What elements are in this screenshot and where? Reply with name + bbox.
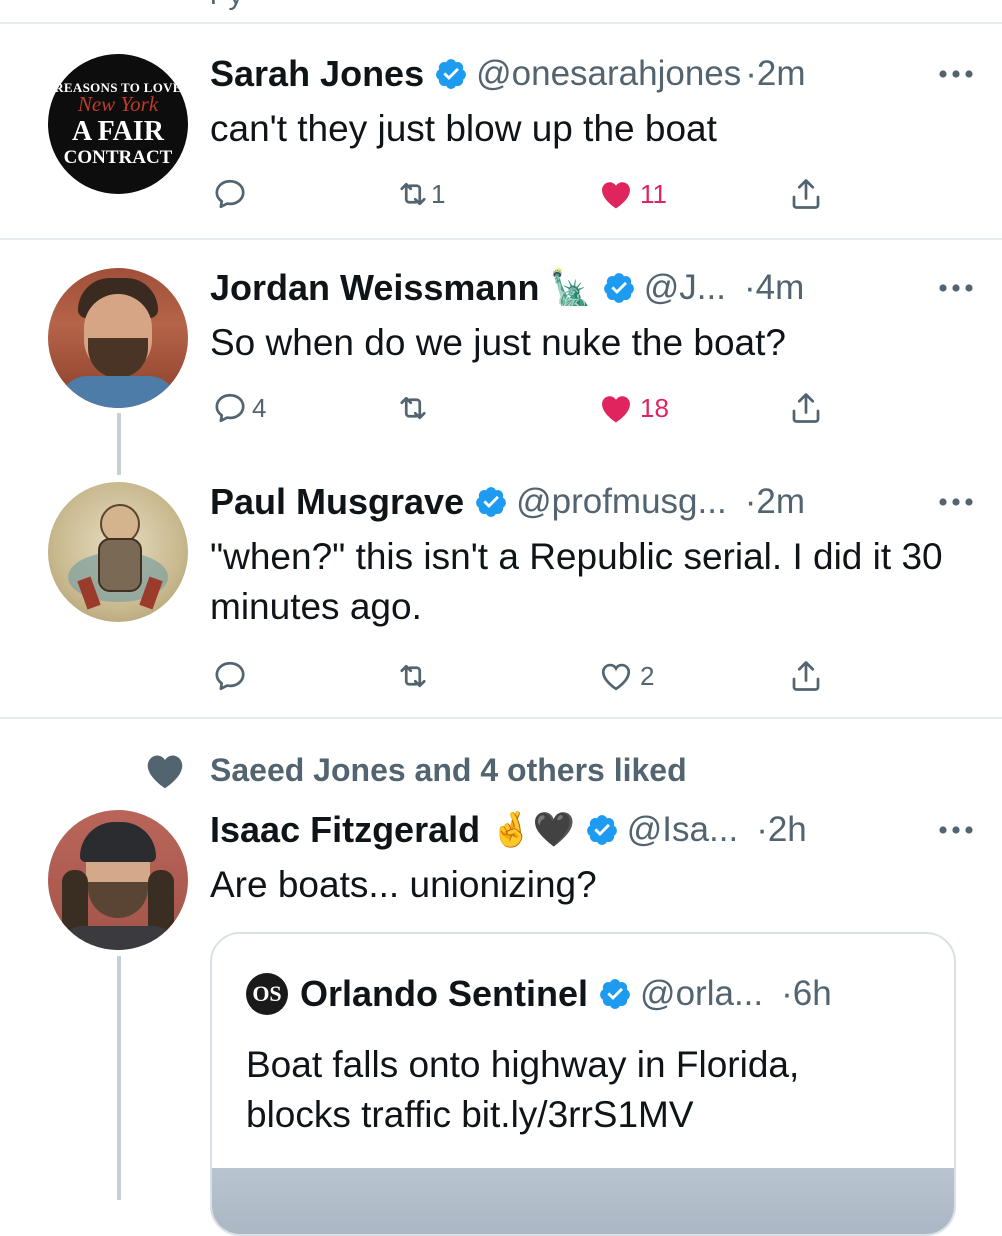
- handle[interactable]: @J...: [644, 268, 726, 308]
- reply-icon: [215, 661, 245, 691]
- like-button[interactable]: 18: [598, 388, 669, 428]
- avatar-text-line4: CONTRACT: [63, 147, 173, 168]
- reply-button[interactable]: [212, 174, 248, 214]
- quoted-timestamp: 6h: [792, 974, 832, 1013]
- like-button[interactable]: 11: [598, 174, 667, 214]
- tweet-actions: 2: [210, 656, 850, 696]
- handle[interactable]: @Isa...: [627, 810, 738, 850]
- tweet-header: Paul Musgrave @profmusg... · 2m: [210, 480, 982, 524]
- tweet-text: Are boats... unionizing?: [210, 864, 597, 905]
- reply-button[interactable]: 4: [212, 388, 266, 428]
- avatar-text-line2: New York: [77, 92, 159, 116]
- quoted-tweet-text: Boat falls onto highway in Florida, bloc…: [246, 1044, 800, 1135]
- separator-dot: ·: [756, 810, 768, 849]
- heart-filled-icon: [602, 396, 630, 423]
- more-options-icon[interactable]: [938, 282, 974, 294]
- more-options-icon[interactable]: [938, 824, 974, 836]
- avatar[interactable]: [48, 810, 188, 950]
- crossed-fingers-black-heart-icon: 🤞🖤: [490, 811, 575, 849]
- quoted-display-name: Orlando Sentinel: [300, 973, 589, 1014]
- like-count: 18: [640, 392, 669, 423]
- display-name[interactable]: Isaac Fitzgerald: [210, 809, 480, 851]
- retweet-icon: [400, 396, 426, 420]
- share-icon: [792, 661, 820, 691]
- quoted-tweet-media[interactable]: [212, 1168, 954, 1234]
- retweet-count: 1: [431, 178, 446, 209]
- heart-social-context-icon: [147, 755, 183, 789]
- reply-button[interactable]: [212, 656, 248, 696]
- timestamp[interactable]: 4m: [756, 268, 805, 308]
- reply-icon: [215, 393, 245, 423]
- tweet-actions: 1 11: [210, 174, 850, 214]
- thread-connector: [117, 956, 121, 1200]
- more-options-icon[interactable]: [938, 496, 974, 508]
- more-options-icon[interactable]: [938, 68, 974, 80]
- avatar[interactable]: [48, 482, 188, 622]
- handle[interactable]: @onesarahjones: [476, 54, 741, 94]
- retweet-button[interactable]: 1: [395, 174, 445, 214]
- share-icon: [792, 179, 820, 209]
- handle[interactable]: @profmusg...: [516, 482, 727, 522]
- orlando-sentinel-logo: OS: [246, 973, 288, 1015]
- retweet-button[interactable]: [395, 656, 431, 696]
- reply-icon: [215, 179, 245, 209]
- verified-badge-icon: [586, 815, 617, 845]
- verified-badge-icon: [476, 487, 506, 517]
- tweet-header: Sarah Jones @onesarahjones · 2m: [210, 52, 982, 96]
- tweet-text: So when do we just nuke the boat?: [210, 322, 786, 363]
- retweet-button[interactable]: [395, 388, 431, 428]
- share-button[interactable]: [788, 656, 824, 696]
- heart-outline-icon: [601, 663, 631, 691]
- reply-count: 4: [252, 392, 267, 423]
- share-button[interactable]: [788, 174, 824, 214]
- divider: [0, 717, 1002, 719]
- separator-dot: ·: [743, 268, 756, 307]
- like-button[interactable]: 2: [598, 656, 654, 696]
- like-count: 2: [640, 660, 655, 691]
- verified-badge-icon: [436, 59, 466, 89]
- avatar[interactable]: [48, 268, 188, 408]
- tweet-header: Jordan Weissmann 🗽 @J... · 4m: [210, 266, 982, 310]
- verified-badge-icon: [600, 979, 630, 1009]
- display-name[interactable]: Sarah Jones: [210, 53, 424, 95]
- share-button[interactable]: [788, 388, 824, 428]
- timestamp[interactable]: 2m: [756, 482, 805, 522]
- retweet-icon: [400, 664, 426, 688]
- divider: [0, 238, 1002, 240]
- separator-dot: ·: [744, 482, 757, 521]
- avatar-text-line3: A FAIR: [71, 116, 165, 147]
- quoted-tweet-header: OS Orlando Sentinel @orla... · 6h: [246, 972, 832, 1016]
- retweet-icon: [400, 182, 426, 206]
- social-context-label[interactable]: Saeed Jones and 4 others liked: [210, 752, 687, 789]
- verified-badge-icon: [603, 273, 634, 303]
- display-name[interactable]: Paul Musgrave: [210, 481, 464, 523]
- separator-dot: ·: [781, 974, 793, 1013]
- timestamp[interactable]: 2h: [768, 810, 807, 850]
- tweet-text: "when?" this isn't a Republic serial. I …: [210, 536, 943, 627]
- timestamp[interactable]: 2m: [757, 54, 806, 94]
- quoted-handle: @orla...: [640, 974, 764, 1013]
- display-name[interactable]: Jordan Weissmann: [210, 267, 539, 309]
- tweet-header: Isaac Fitzgerald 🤞🖤 @Isa... · 2h: [210, 808, 982, 852]
- statue-of-liberty-icon: 🗽: [549, 269, 592, 307]
- separator-dot: ·: [745, 54, 757, 93]
- previous-tweet-remnant: r y: [210, 0, 243, 12]
- tweet-actions: 4 18: [210, 388, 850, 428]
- quoted-tweet-card[interactable]: OS Orlando Sentinel @orla... · 6h Boat f…: [210, 932, 956, 1236]
- avatar[interactable]: REASONS TO LOVE New York A FAIR CONTRACT: [48, 54, 188, 194]
- thread-connector: [117, 413, 121, 475]
- heart-filled-icon: [602, 182, 630, 209]
- like-count: 11: [640, 178, 667, 209]
- share-icon: [792, 393, 820, 423]
- tweet-text: can't they just blow up the boat: [210, 108, 717, 149]
